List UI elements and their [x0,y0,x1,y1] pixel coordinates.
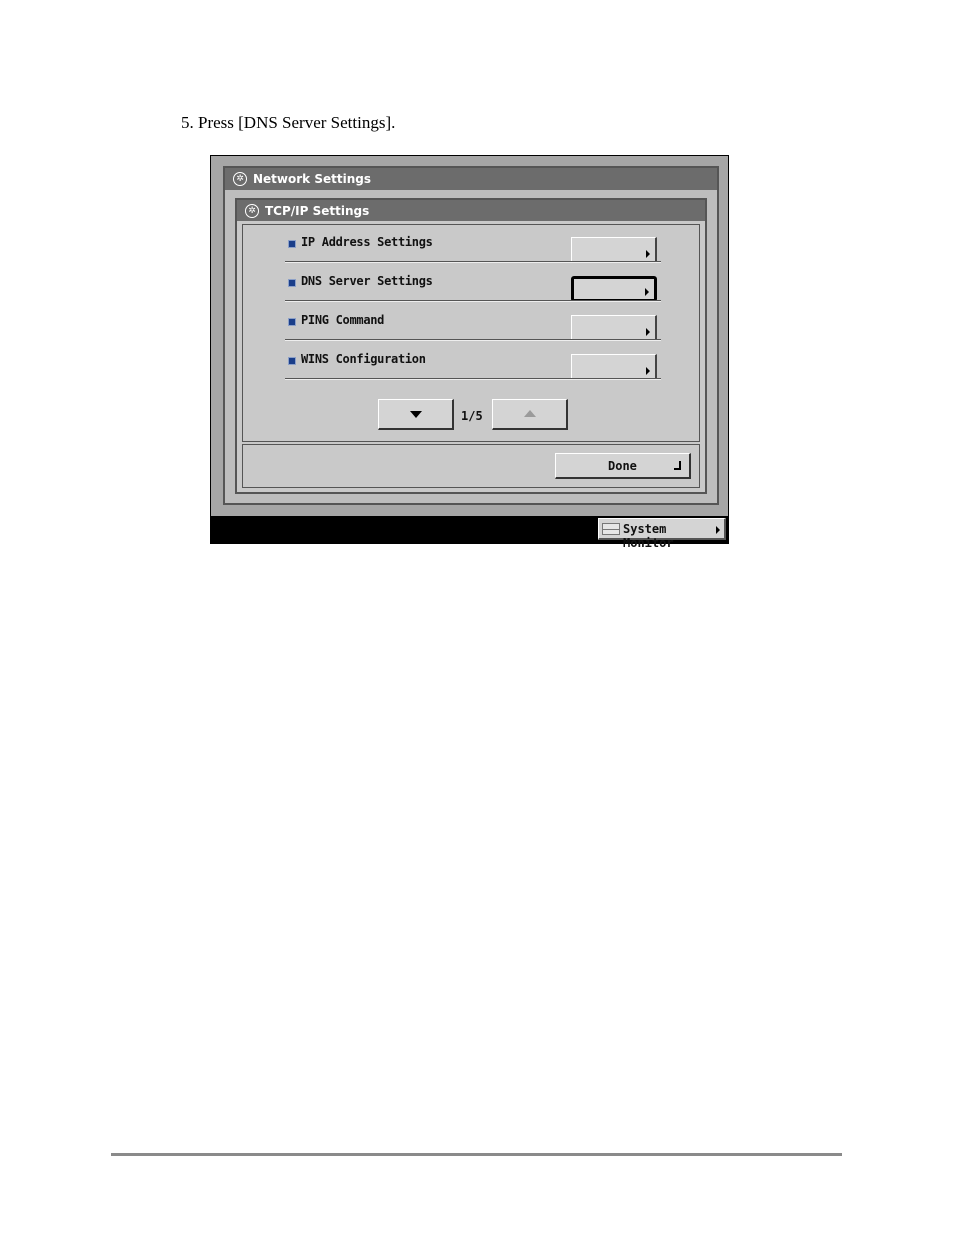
bullet-icon [288,240,296,248]
row-divider [285,339,661,341]
return-icon [674,461,681,470]
list-item-dns-server: DNS Server Settings [285,264,661,302]
system-monitor-button[interactable]: System Monitor [598,518,726,550]
list-item-ip-address: IP Address Settings [285,225,661,263]
done-button[interactable]: Done [555,453,691,479]
dns-server-settings-button[interactable] [571,276,657,302]
arrow-right-icon [646,367,650,375]
bullet-icon [288,318,296,326]
tcpip-settings-window: ✲ TCP/IP Settings IP Address Settings DN… [235,198,707,494]
device-screen: ✲ Network Settings ✲ TCP/IP Settings IP … [210,155,729,550]
network-settings-window: ✲ Network Settings ✲ TCP/IP Settings IP … [223,166,719,505]
arrow-right-icon [646,328,650,336]
list-item-label: WINS Configuration [301,352,426,366]
arrow-right-icon [716,526,720,534]
list-item-label: PING Command [301,313,385,327]
list-item-wins: WINS Configuration [285,342,661,380]
list-item-label: IP Address Settings [301,235,433,249]
bullet-icon [288,357,296,365]
monitor-icon [602,523,620,535]
step-instruction: 5. Press [DNS Server Settings]. [181,113,396,132]
page-up-button[interactable] [492,399,568,430]
status-bar: System Monitor [211,516,728,550]
ip-address-settings-button[interactable] [571,237,657,263]
arrow-down-icon [410,411,422,418]
tcpip-settings-titlebar: ✲ TCP/IP Settings [237,200,705,221]
list-item-label: DNS Server Settings [301,274,433,288]
row-divider [285,378,661,380]
arrow-right-icon [646,250,650,258]
system-monitor-label: System Monitor [623,522,674,550]
outer-window-title: Network Settings [253,172,371,186]
settings-icon: ✲ [233,172,247,186]
list-item-ping: PING Command [285,303,661,341]
page-indicator: 1/5 [461,409,483,423]
page-footer-rule [111,1153,842,1156]
window-footer: Done [242,444,700,488]
ping-command-button[interactable] [571,315,657,341]
row-divider [285,300,661,302]
network-settings-titlebar: ✲ Network Settings [225,168,717,190]
arrow-right-icon [645,288,649,296]
row-divider [285,261,661,263]
page-down-button[interactable] [378,399,454,430]
inner-window-title: TCP/IP Settings [265,203,370,218]
settings-icon: ✲ [245,203,259,218]
bullet-icon [288,279,296,287]
done-label: Done [608,459,637,473]
settings-list: IP Address Settings DNS Server Settings … [242,224,700,442]
arrow-up-icon [524,410,536,417]
wins-configuration-button[interactable] [571,354,657,380]
